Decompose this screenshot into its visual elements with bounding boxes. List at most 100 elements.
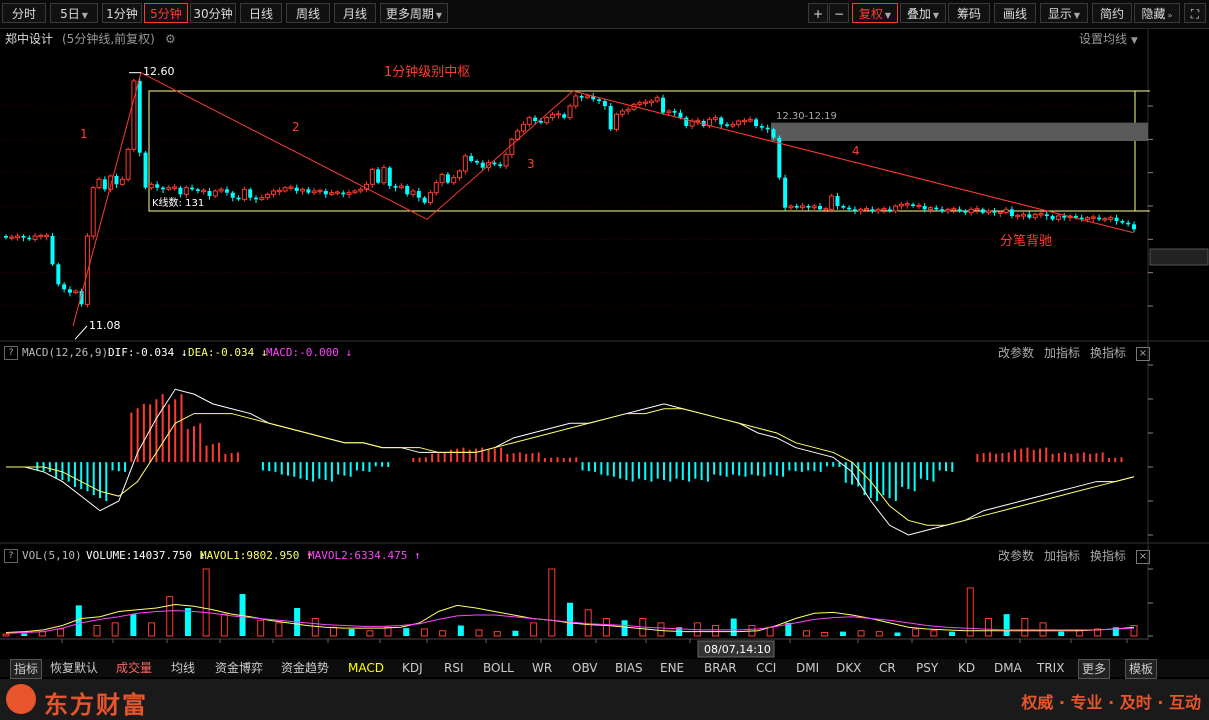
candle-body [183, 187, 189, 195]
current-price-badge [1149, 248, 1209, 266]
low-price-label: 11.08 [89, 319, 121, 332]
vol-add-indicator-link[interactable]: 加指标 [1044, 549, 1080, 563]
indicator-tab-16[interactable]: DMI [796, 659, 819, 677]
volume-bar [220, 613, 228, 637]
vol-switch-indicator-link[interactable]: 换指标 [1090, 549, 1126, 563]
candle-body [27, 237, 32, 240]
indicator-tab-20[interactable]: KD [958, 659, 975, 677]
candle-body [492, 162, 497, 165]
indicator-tab-4[interactable]: 资金博弈 [215, 659, 263, 677]
candle-body [131, 80, 137, 150]
indicator-tab-13[interactable]: ENE [660, 659, 684, 677]
help-icon[interactable]: ? [4, 549, 18, 563]
candle-body [190, 187, 195, 190]
candle-body [480, 162, 485, 168]
candle-body [288, 186, 294, 189]
candle-body [73, 290, 79, 294]
candle-body [992, 211, 997, 213]
help-icon[interactable]: ? [4, 346, 18, 360]
candle-body [67, 289, 72, 293]
indicator-tab-23[interactable]: 更多 [1078, 659, 1111, 679]
indicator-tab-11[interactable]: OBV [572, 659, 598, 677]
gap-range-label: 12.30-12.19 [776, 111, 837, 122]
indicator-tab-10[interactable]: WR [532, 659, 552, 677]
candle-body [783, 177, 788, 208]
indicator-tab-8[interactable]: RSI [444, 659, 464, 677]
candle-body [294, 187, 299, 191]
candle-body [369, 168, 375, 185]
zigzag-stroke [72, 71, 1134, 327]
vol-mavol2-value: MAVOL2:6334.475 ↑ [308, 547, 421, 565]
vol-edit-params-link[interactable]: 改参数 [998, 549, 1034, 563]
close-icon[interactable]: × [1136, 549, 1150, 564]
candle-body [248, 189, 253, 198]
candle-body [736, 120, 742, 125]
macd-edit-params-link[interactable]: 改参数 [998, 346, 1034, 360]
candle-body [794, 206, 799, 208]
volume-bar [567, 602, 573, 636]
volume-bar [1021, 618, 1029, 637]
candle-body [1038, 213, 1044, 216]
candle-body [207, 191, 212, 196]
volume-bar [803, 630, 811, 637]
macd-add-indicator-link[interactable]: 加指标 [1044, 346, 1080, 360]
indicator-tab-2[interactable]: 成交量 [116, 659, 152, 677]
candle-body [341, 192, 346, 195]
candle-body [754, 119, 759, 126]
candle-body [457, 170, 463, 179]
volume-bar [766, 626, 774, 637]
candle-body [672, 111, 677, 113]
indicator-tab-6[interactable]: MACD [348, 659, 384, 677]
candle-body [829, 195, 835, 210]
candle-body [311, 190, 317, 194]
candle-body [584, 95, 590, 99]
indicator-tab-15[interactable]: CCI [756, 659, 776, 677]
candle-body [974, 208, 980, 211]
indicator-tab-5[interactable]: 资金趋势 [281, 659, 329, 677]
candle-body [125, 148, 131, 180]
indicator-tab-21[interactable]: DMA [994, 659, 1022, 677]
candle-body [870, 209, 875, 211]
candle-body [911, 204, 916, 206]
candle-body [21, 236, 26, 238]
candle-body [800, 205, 806, 209]
candle-body [980, 209, 985, 213]
candle-body [567, 105, 573, 119]
candle-body [1003, 208, 1009, 214]
brand-logo-icon [6, 684, 36, 714]
candle-body [393, 186, 398, 188]
indicator-tab-24[interactable]: 模板 [1125, 659, 1158, 679]
indicator-tab-0[interactable]: 指标 [10, 659, 43, 679]
indicator-tab-3[interactable]: 均线 [171, 659, 195, 677]
indicator-tab-12[interactable]: BIAS [615, 659, 643, 677]
candle-body [765, 127, 770, 130]
candle-body [201, 189, 207, 193]
indicator-tab-1[interactable]: 恢复默认 [50, 659, 98, 677]
candle-body [334, 191, 340, 194]
indicator-tab-18[interactable]: CR [879, 659, 896, 677]
candle-body [741, 119, 747, 123]
candle-body [96, 178, 102, 189]
candle-body [498, 164, 503, 166]
volume-bar [1003, 614, 1010, 636]
candle-body [416, 191, 421, 198]
indicator-tab-14[interactable]: BRAR [704, 659, 737, 677]
brand-name: 东方财富 [44, 691, 148, 719]
candle-body [904, 203, 910, 206]
candle-body [1055, 215, 1061, 220]
indicator-tab-19[interactable]: PSY [916, 659, 938, 677]
candle-body [178, 187, 183, 195]
indicator-tab-7[interactable]: KDJ [402, 659, 423, 677]
candle-body [759, 126, 764, 128]
indicator-tab-22[interactable]: TRIX [1037, 659, 1064, 677]
indicator-tab-9[interactable]: BOLL [483, 659, 514, 677]
candle-body [579, 96, 584, 98]
macd-switch-indicator-link[interactable]: 换指标 [1090, 346, 1126, 360]
close-icon[interactable]: × [1136, 346, 1150, 361]
indicator-tab-17[interactable]: DKX [836, 659, 861, 677]
k-count-label: K线数: 131 [152, 196, 204, 209]
candle-body [1032, 213, 1038, 219]
candle-body [1084, 217, 1090, 220]
candle-body [562, 114, 567, 118]
candle-body [114, 176, 119, 185]
